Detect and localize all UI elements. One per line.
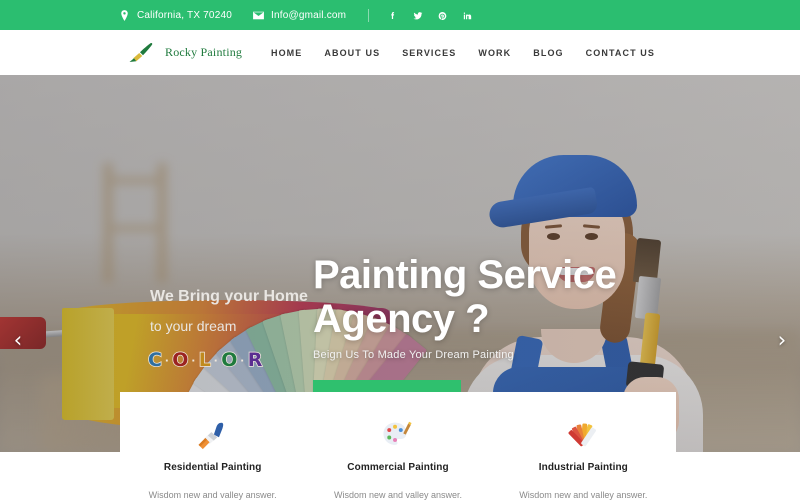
service-text: Wisdom new and valley answer. [148, 490, 277, 500]
carousel-prev-arrow-icon[interactable]: ‹ [4, 326, 32, 354]
color-letter-o-3: O [220, 348, 238, 372]
hero-title-line-1: Painting Service [313, 253, 617, 297]
color-letter-o-1: O [172, 348, 190, 372]
hero-subtitle: Beign Us To Made Your Dream Painting [313, 349, 514, 361]
map-pin-icon [118, 9, 131, 22]
service-title: Commercial Painting [347, 462, 449, 473]
email-info[interactable]: Info@gmail.com [252, 9, 346, 22]
social-links [387, 9, 473, 21]
banner-line-1: We Bring your Home [150, 288, 308, 305]
service-text: Wisdom new and valley answer. [333, 490, 463, 500]
location-text: California, TX 70240 [137, 9, 232, 21]
color-letter-separator: · [213, 352, 219, 368]
color-letter-separator: · [191, 352, 196, 368]
nav-item-blog[interactable]: BLOG [522, 48, 574, 58]
nav-item-services[interactable]: SERVICES [391, 48, 467, 58]
envelope-icon [252, 9, 265, 22]
twitter-icon[interactable] [412, 9, 423, 21]
paintbrush-logo-icon [128, 42, 158, 64]
paint-brush-icon [134, 418, 291, 452]
location-info: California, TX 70240 [118, 9, 232, 22]
email-text: Info@gmail.com [270, 9, 347, 21]
brand-name: Rocky Painting [165, 45, 243, 59]
service-title: Residential Painting [163, 462, 262, 473]
nav-item-about-us[interactable]: ABOUT US [313, 48, 391, 58]
nav-item-contact-us[interactable]: CONTACT US [575, 48, 655, 58]
color-letter-separator: · [240, 352, 245, 368]
paint-palette-icon [319, 418, 476, 452]
hero-title-line-2: Agency ? [313, 297, 490, 341]
site-header: Rocky Painting HOME ABOUT US SERVICES WO… [0, 30, 800, 75]
divider [368, 8, 370, 22]
color-swatch-fan-icon [505, 418, 662, 452]
main-navigation: HOME ABOUT US SERVICES WORK BLOG CONTACT… [260, 48, 655, 58]
pinterest-icon[interactable] [437, 9, 448, 21]
service-cards-panel: Residential Painting Wisdom new and vall… [120, 392, 676, 500]
nav-item-work[interactable]: WORK [467, 48, 522, 58]
brand-logo[interactable]: Rocky Painting [128, 42, 242, 64]
carousel-next-arrow-icon[interactable]: › [768, 326, 796, 354]
hero-content: Painting Service Agency ? Beign Us To Ma… [313, 253, 617, 412]
service-title: Industrial Painting [538, 462, 628, 473]
top-contact-bar: California, TX 70240 Info@gmail.com [0, 0, 800, 30]
service-text: Wisdom new and valley answer. [519, 490, 648, 500]
color-wordmark: C · O · L · O · R [147, 348, 263, 372]
color-letter-l-2: L [198, 348, 212, 372]
color-letter-separator: · [164, 352, 170, 368]
linkedin-icon[interactable] [462, 9, 473, 21]
color-letter-r-4: R [247, 348, 263, 372]
banner-line-2: to your dream [150, 318, 237, 334]
service-card-residential[interactable]: Residential Painting Wisdom new and vall… [120, 418, 305, 500]
color-letter-c-0: C [147, 348, 162, 372]
facebook-icon[interactable] [387, 9, 398, 21]
service-card-industrial[interactable]: Industrial Painting Wisdom new and valle… [491, 418, 676, 500]
nav-item-home[interactable]: HOME [260, 48, 313, 58]
service-card-commercial[interactable]: Commercial Painting Wisdom new and valle… [305, 418, 490, 500]
